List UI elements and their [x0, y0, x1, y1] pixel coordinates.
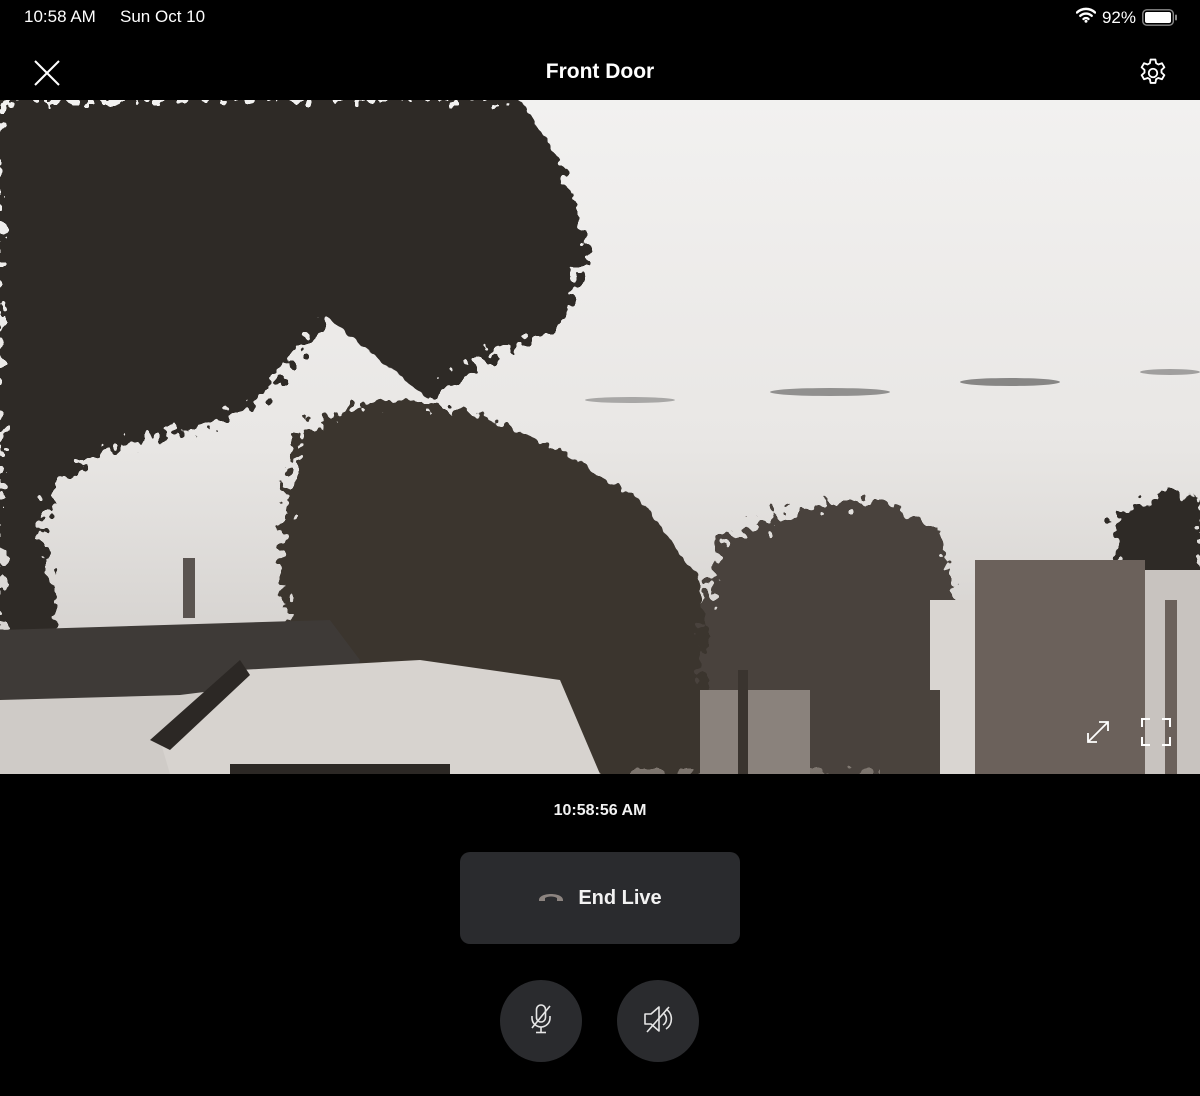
- status-bar: 10:58 AM Sun Oct 10 92%: [0, 0, 1200, 36]
- fullscreen-button[interactable]: [1139, 716, 1173, 748]
- settings-button[interactable]: [1136, 56, 1170, 90]
- status-indicators: 92%: [1075, 7, 1178, 28]
- expand-icon: [1082, 721, 1114, 752]
- nav-bar: Front Door: [0, 44, 1200, 100]
- end-live-label: End Live: [578, 886, 662, 909]
- expand-button[interactable]: [1082, 716, 1114, 748]
- page-title: Front Door: [545, 60, 655, 83]
- battery-icon: [1142, 9, 1178, 26]
- live-timestamp: 10:58:56 AM: [553, 802, 647, 819]
- camera-scene: [0, 100, 1200, 774]
- battery-percent: 92%: [1101, 7, 1136, 27]
- mute-speaker-button[interactable]: [617, 980, 699, 1062]
- microphone-muted-icon: [528, 1003, 554, 1040]
- speaker-muted-icon: [642, 1004, 674, 1039]
- phone-hangup-icon: [538, 889, 564, 908]
- fullscreen-icon: [1139, 718, 1173, 752]
- status-time: 10:58 AM: [24, 7, 96, 26]
- wifi-icon: [1075, 7, 1097, 28]
- status-date: Sun Oct 10: [120, 7, 206, 26]
- mute-microphone-button[interactable]: [500, 980, 582, 1062]
- live-video-feed[interactable]: [0, 100, 1200, 774]
- gear-icon: [1136, 58, 1170, 94]
- end-live-button[interactable]: End Live: [460, 852, 740, 944]
